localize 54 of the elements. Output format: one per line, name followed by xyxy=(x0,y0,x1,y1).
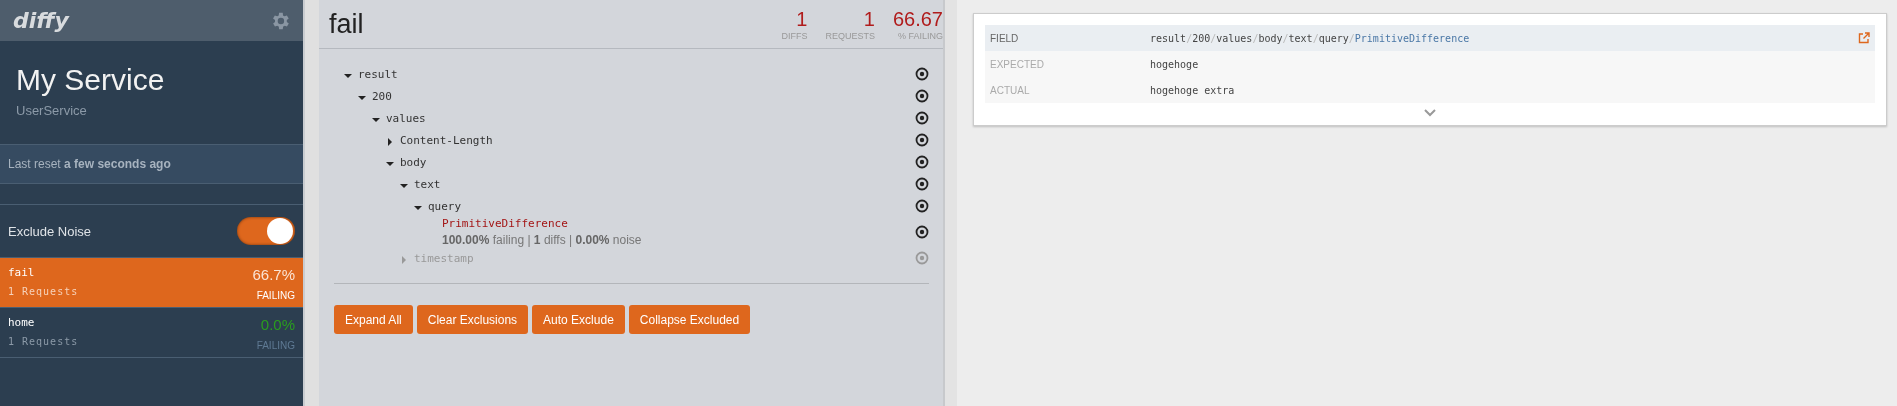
endpoint-item[interactable]: home 1 Requests 0.0% FAILING xyxy=(0,308,303,358)
tree-node-label[interactable]: query xyxy=(428,199,462,213)
caret-down-icon[interactable] xyxy=(372,115,380,124)
tree-node-label[interactable]: Content-Length xyxy=(400,133,493,147)
target-icon[interactable] xyxy=(915,225,929,239)
logo: diffy xyxy=(13,8,69,33)
stat-value: 66.67 xyxy=(892,7,943,31)
target-icon[interactable] xyxy=(915,89,929,103)
stat-label: % FAILING xyxy=(898,31,943,41)
tree-node-label[interactable]: 200 xyxy=(372,89,392,103)
chevron-down-icon[interactable] xyxy=(1424,109,1436,117)
endpoint-title: fail xyxy=(329,8,364,40)
field-path: result/200/values/body/text/query/PrimitiveDifference xyxy=(1150,32,1471,44)
row-label: ACTUAL xyxy=(990,84,1031,96)
caret-down-icon[interactable] xyxy=(344,71,352,80)
tree-node-label[interactable]: text xyxy=(414,177,441,191)
target-icon[interactable] xyxy=(915,177,929,191)
stat-label: REQUESTS xyxy=(825,31,875,41)
row-value: hogehoge xyxy=(1150,58,1200,70)
caret-down-icon[interactable] xyxy=(386,159,394,168)
endpoint-requests: 1 Requests xyxy=(8,336,79,347)
endpoint-percent: 0.0% xyxy=(260,316,295,333)
endpoint-percent: 66.7% xyxy=(252,266,295,283)
target-icon[interactable] xyxy=(915,155,929,169)
target-icon[interactable] xyxy=(915,199,929,213)
last-reset-text: Last reset a few seconds ago xyxy=(8,157,171,171)
stat-label: DIFFS xyxy=(781,31,808,41)
endpoint-requests: 1 Requests xyxy=(8,286,79,297)
target-icon[interactable] xyxy=(915,133,929,147)
endpoint-status: FAILING xyxy=(256,290,295,301)
stat-value: 1 xyxy=(863,7,875,31)
row-value: hogehoge extra xyxy=(1150,84,1236,96)
difference-stats: 100.00% failing | 1 diffs | 0.00% noise xyxy=(442,233,642,247)
external-link-icon[interactable] xyxy=(1858,32,1870,44)
tree-node-label[interactable]: values xyxy=(386,111,426,125)
exclude-noise-toggle[interactable] xyxy=(237,217,295,245)
row-label: EXPECTED xyxy=(990,58,1045,70)
tree-node-label[interactable]: result xyxy=(358,67,398,81)
target-icon[interactable] xyxy=(915,111,929,125)
service-subtitle: UserService xyxy=(16,103,88,118)
target-icon[interactable] xyxy=(915,67,929,81)
caret-down-icon[interactable] xyxy=(358,93,366,102)
caret-down-icon[interactable] xyxy=(414,203,422,212)
field-label: FIELD xyxy=(990,32,1020,44)
tree-node-label[interactable]: body xyxy=(400,155,427,169)
service-name: My Service xyxy=(16,63,166,97)
difference-label[interactable]: PrimitiveDifference xyxy=(442,217,568,230)
endpoint-name: fail xyxy=(8,266,35,279)
endpoint-name: home xyxy=(8,316,35,329)
exclude-noise-label: Exclude Noise xyxy=(8,223,92,239)
endpoint-status: FAILING xyxy=(256,340,295,351)
caret-down-icon[interactable] xyxy=(400,181,408,190)
caret-right-icon[interactable] xyxy=(386,137,394,146)
stat-value: 1 xyxy=(796,7,808,31)
